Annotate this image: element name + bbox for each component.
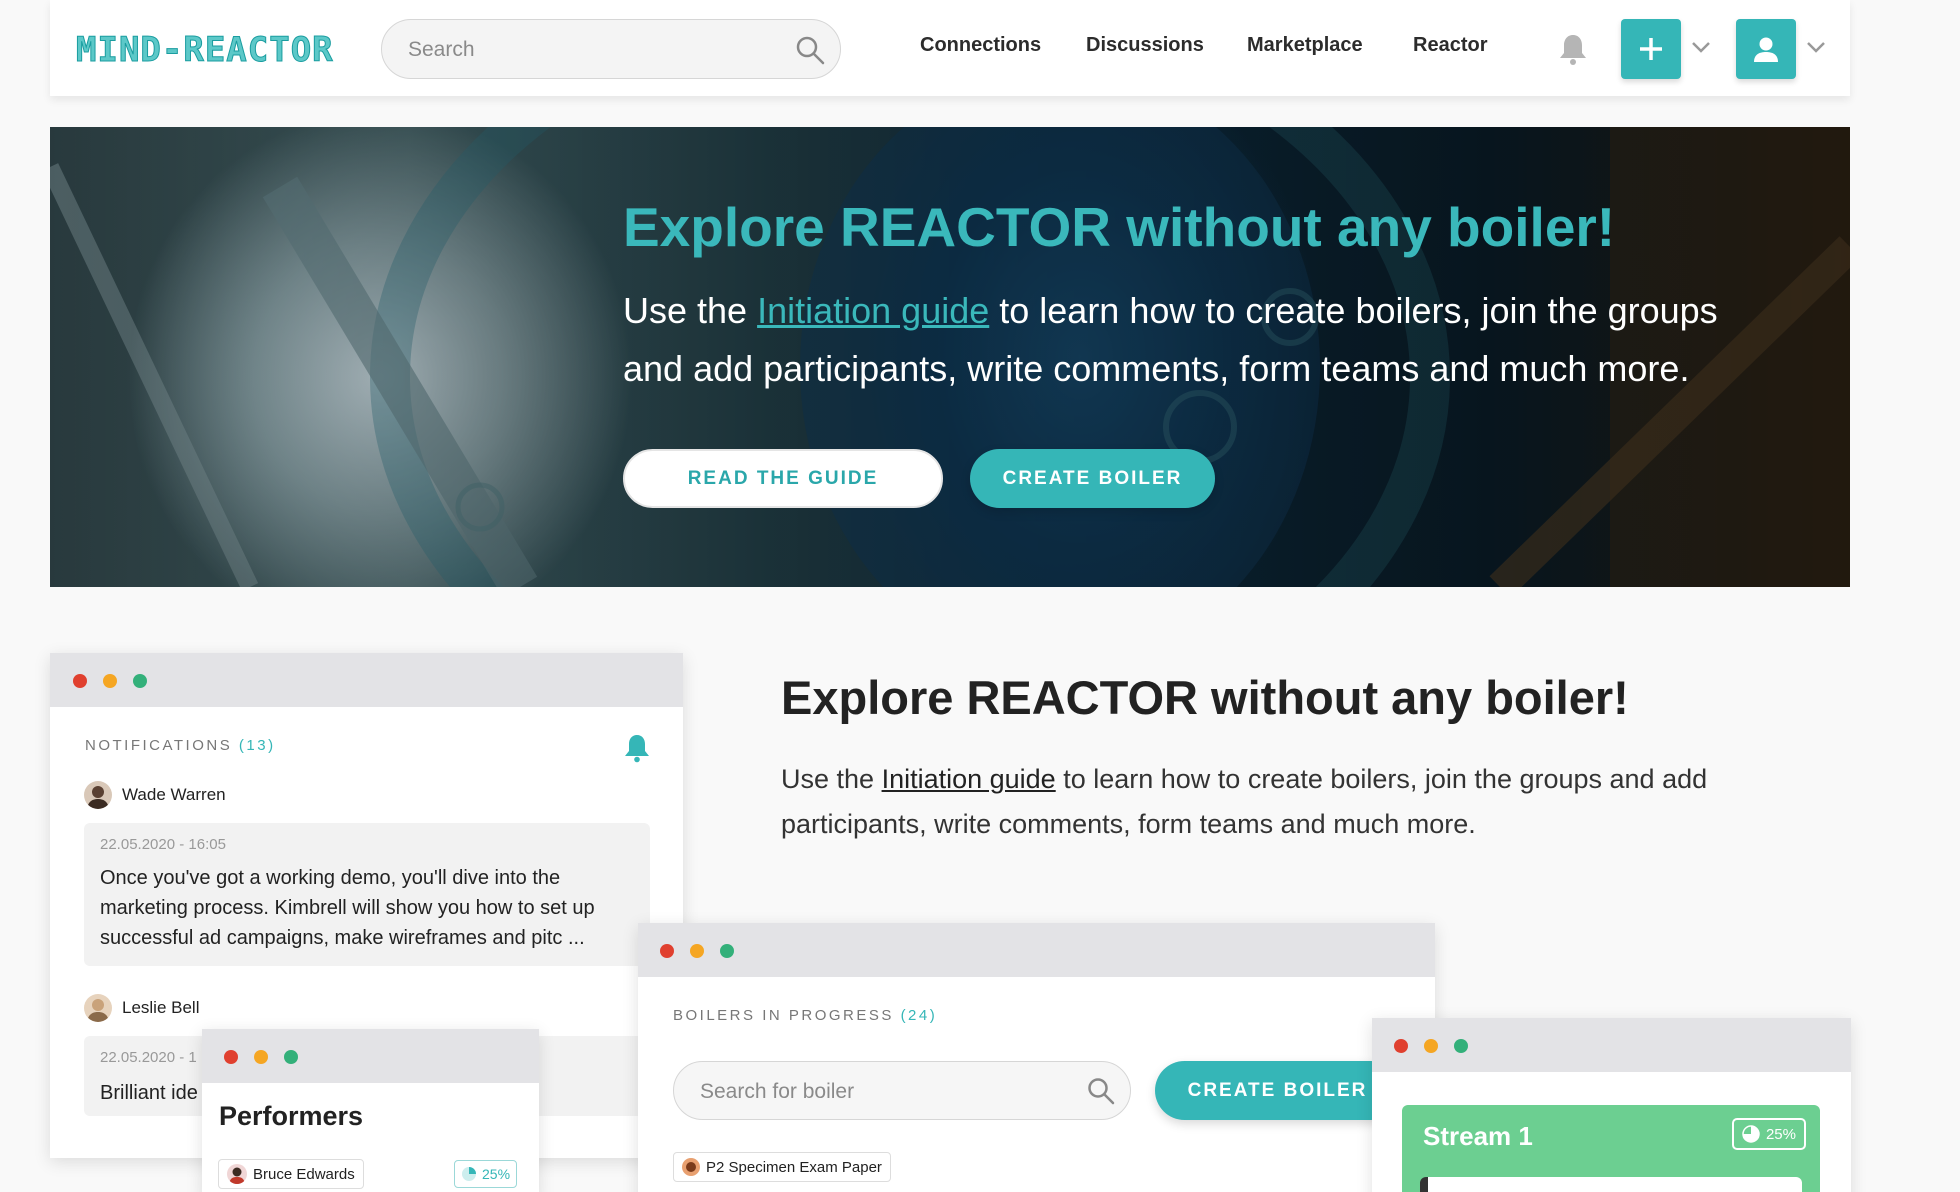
stream-window: Stream 1 25% xyxy=(1372,1018,1851,1192)
top-navbar: MIND-REACTOR Connections Discussions Mar… xyxy=(50,0,1850,96)
pie-progress-icon xyxy=(1742,1125,1760,1143)
notifications-count: (13) xyxy=(238,737,276,754)
stream-progress-value: 25% xyxy=(1765,1125,1796,1143)
nav-link-reactor[interactable]: Reactor xyxy=(1413,34,1487,57)
nav-link-marketplace[interactable]: Marketplace xyxy=(1247,34,1363,57)
notifications-label: NOTIFICATIONS xyxy=(85,737,233,754)
stream-title: Stream 1 xyxy=(1423,1121,1533,1151)
section-title: Explore REACTOR without any boiler! xyxy=(781,671,1629,724)
message-text: Once you've got a working demo, you'll d… xyxy=(100,867,595,949)
performer-name: Bruce Edwards xyxy=(253,1165,355,1183)
maximize-dot xyxy=(720,944,734,958)
close-dot xyxy=(224,1050,238,1064)
avatar xyxy=(227,1164,247,1184)
hero-text-start: Use the xyxy=(623,290,758,331)
hero-description: Use the Initiation guide to learn how to… xyxy=(623,282,1783,398)
pie-progress-icon xyxy=(462,1167,476,1181)
maximize-dot xyxy=(1454,1039,1468,1053)
close-dot xyxy=(73,674,87,688)
hero-title: Explore REACTOR without any boiler! xyxy=(623,196,1616,258)
user-menu-chevron-down-icon[interactable] xyxy=(1806,40,1826,54)
boiler-item-chip[interactable]: P2 Specimen Exam Paper xyxy=(673,1152,891,1182)
create-menu-chevron-down-icon[interactable] xyxy=(1691,40,1711,54)
window-titlebar xyxy=(202,1029,539,1083)
boilers-count: (24) xyxy=(900,1007,938,1024)
author-name: Leslie Bell xyxy=(122,998,200,1017)
search-icon[interactable] xyxy=(794,34,826,66)
bell-icon[interactable] xyxy=(1557,32,1589,66)
performers-title: Performers xyxy=(219,1101,364,1131)
window-titlebar xyxy=(50,653,683,707)
search-input[interactable] xyxy=(408,34,778,66)
boilers-heading: BOILERS IN PROGRESS (24) xyxy=(673,1007,937,1024)
avatar xyxy=(84,781,112,809)
user-icon xyxy=(1754,37,1778,62)
notification-author[interactable]: Leslie Bell xyxy=(84,994,200,1022)
window-titlebar xyxy=(638,923,1435,977)
notifications-bell-icon[interactable] xyxy=(623,733,651,763)
performer-chip[interactable]: Bruce Edwards xyxy=(218,1159,364,1189)
boiler-thumbnail xyxy=(682,1158,700,1176)
boilers-window: BOILERS IN PROGRESS (24) CREATE BOILER P… xyxy=(638,923,1435,1192)
minimize-dot xyxy=(1424,1039,1438,1053)
author-name: Wade Warren xyxy=(122,785,226,804)
stream-progress-badge: 25% xyxy=(1731,1118,1806,1150)
close-dot xyxy=(1394,1039,1408,1053)
hero-initiation-guide-link[interactable]: Initiation guide xyxy=(757,290,989,331)
hero-create-boiler-button[interactable]: CREATE BOILER xyxy=(970,449,1215,508)
read-guide-button[interactable]: READ THE GUIDE xyxy=(623,449,943,508)
boiler-search-input[interactable] xyxy=(700,1076,1070,1108)
boilers-label: BOILERS IN PROGRESS xyxy=(673,1007,894,1024)
hero-banner: Explore REACTOR without any boiler! Use … xyxy=(50,127,1850,587)
stream-card[interactable]: Stream 1 25% xyxy=(1402,1105,1820,1192)
create-button[interactable] xyxy=(1621,19,1681,79)
window-titlebar xyxy=(1372,1018,1851,1072)
progress-badge: 25% xyxy=(454,1160,518,1188)
maximize-dot xyxy=(133,674,147,688)
nav-link-discussions[interactable]: Discussions xyxy=(1086,34,1204,57)
message-date: 22.05.2020 - 16:05 xyxy=(100,836,226,853)
user-menu-button[interactable] xyxy=(1736,19,1796,79)
plus-icon xyxy=(1640,38,1662,60)
mind-reactor-logo[interactable]: MIND-REACTOR xyxy=(76,30,334,71)
create-boiler-button[interactable]: CREATE BOILER xyxy=(1155,1061,1400,1120)
search-icon[interactable] xyxy=(1086,1076,1116,1106)
maximize-dot xyxy=(284,1050,298,1064)
minimize-dot xyxy=(690,944,704,958)
section-text-start: Use the xyxy=(781,764,882,794)
boiler-name: P2 Specimen Exam Paper xyxy=(706,1158,882,1176)
stream-task-card[interactable] xyxy=(1420,1177,1802,1192)
section-description: Use the Initiation guide to learn how to… xyxy=(781,757,1741,847)
avatar xyxy=(84,994,112,1022)
progress-value: 25% xyxy=(482,1166,511,1182)
minimize-dot xyxy=(103,674,117,688)
close-dot xyxy=(660,944,674,958)
boiler-search-box[interactable] xyxy=(673,1061,1131,1120)
minimize-dot xyxy=(254,1050,268,1064)
performers-window: Performers Bruce Edwards 25% xyxy=(202,1029,539,1192)
message-date: 22.05.2020 - 1 xyxy=(100,1049,197,1066)
notification-message[interactable]: 22.05.2020 - 16:05 Once you've got a wor… xyxy=(84,823,650,966)
notification-author[interactable]: Wade Warren xyxy=(84,781,226,809)
section-initiation-guide-link[interactable]: Initiation guide xyxy=(882,764,1056,794)
search-box[interactable] xyxy=(381,19,841,79)
notifications-heading: NOTIFICATIONS (13) xyxy=(85,737,276,754)
nav-link-connections[interactable]: Connections xyxy=(920,34,1041,57)
